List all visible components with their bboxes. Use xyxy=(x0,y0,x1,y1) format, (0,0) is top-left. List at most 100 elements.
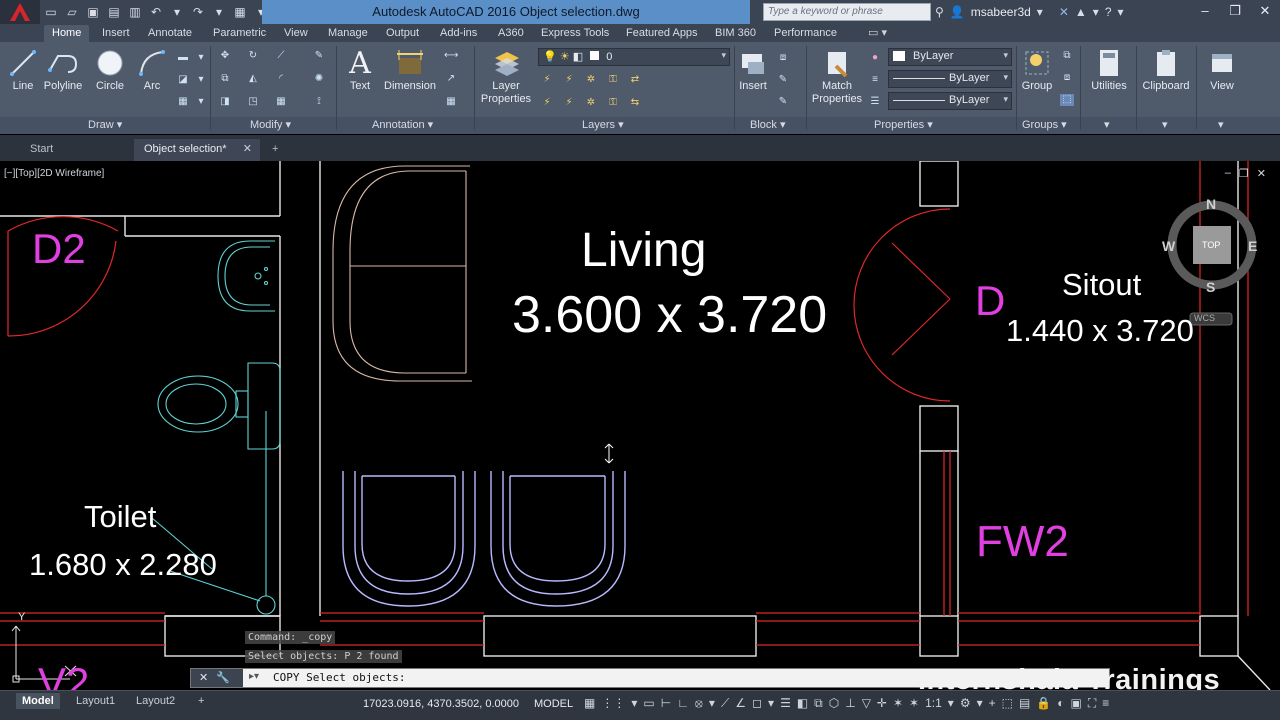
edit-attributes-icon[interactable]: ✎ xyxy=(776,96,790,108)
block-panel-label[interactable]: Block ▾ xyxy=(750,118,785,132)
viewcube-top-face[interactable]: TOP xyxy=(1202,240,1220,250)
offset-icon[interactable]: ⟟ xyxy=(312,96,326,108)
units-icon[interactable]: ⬚ xyxy=(1002,696,1013,711)
clipboard-button[interactable]: Clipboard xyxy=(1138,46,1194,92)
ungroup-icon[interactable]: ⧉ xyxy=(1060,50,1074,62)
tab-manage[interactable]: Manage xyxy=(320,25,376,42)
fillet-icon[interactable]: ◜ xyxy=(274,73,288,85)
polar-dropdown-icon[interactable]: ▾ xyxy=(709,696,715,711)
workspace-gear-icon[interactable]: ⚙ xyxy=(960,696,971,711)
group-edit-icon[interactable]: ⧈ xyxy=(1060,72,1074,84)
tab-view[interactable]: View xyxy=(276,25,316,42)
layer-unlock-icon[interactable]: ⚿ xyxy=(606,97,620,109)
transparency-icon[interactable]: ◧ xyxy=(797,696,808,711)
gizmo-icon[interactable]: ✛ xyxy=(877,696,887,711)
add-layout-icon[interactable]: + xyxy=(192,693,210,709)
layer-isolate-icon[interactable]: ⚡ xyxy=(562,74,576,86)
boundary-icon[interactable]: ▦ xyxy=(176,96,190,108)
layer-thaw-all-icon[interactable]: ✲ xyxy=(584,97,598,109)
annotation-panel-label[interactable]: Annotation ▾ xyxy=(372,118,433,132)
user-icon[interactable]: 👤 xyxy=(950,5,965,19)
hatch-dropdown-icon[interactable]: ▾ xyxy=(194,74,208,86)
move-icon[interactable]: ✥ xyxy=(218,50,232,62)
tab-model[interactable]: Model xyxy=(16,693,60,709)
workspace-dropdown-icon[interactable]: ▾ xyxy=(977,696,983,711)
viewcube-north[interactable]: N xyxy=(1206,196,1216,212)
text-button[interactable]: A Text xyxy=(342,46,378,93)
ortho-icon[interactable]: ∟ xyxy=(677,696,689,711)
a360-dropdown-icon[interactable]: ▾ xyxy=(1093,5,1099,19)
leader-icon[interactable]: ↗ xyxy=(444,73,458,85)
viewport-minimize-icon[interactable]: – xyxy=(1225,167,1231,180)
tab-featured-apps[interactable]: Featured Apps xyxy=(618,25,706,42)
rotate-icon[interactable]: ↻ xyxy=(246,50,260,62)
arc-button[interactable]: Arc xyxy=(136,46,168,92)
tab-insert[interactable]: Insert xyxy=(94,25,138,42)
new-icon[interactable]: ▭ xyxy=(42,3,60,21)
tab-layout1[interactable]: Layout1 xyxy=(70,693,121,709)
insert-button[interactable]: Insert xyxy=(736,46,770,92)
help-dropdown-icon[interactable]: ▾ xyxy=(1118,5,1124,19)
clipboard-dropdown-icon[interactable]: ▾ xyxy=(1162,118,1168,132)
selection-filter-icon[interactable]: ▽ xyxy=(862,696,871,711)
tab-express-tools[interactable]: Express Tools xyxy=(533,25,617,42)
linetype-dropdown[interactable]: ByLayer ▾ xyxy=(888,70,1012,88)
rectangle-dropdown-icon[interactable]: ▾ xyxy=(194,52,208,64)
user-dropdown-icon[interactable]: ▾ xyxy=(1037,5,1043,19)
utilities-dropdown-icon[interactable]: ▾ xyxy=(1104,118,1110,132)
tab-object-selection[interactable]: Object selection* ✕ xyxy=(134,139,260,161)
rectangle-icon[interactable]: ▬ xyxy=(176,52,190,64)
new-tab-button[interactable]: + xyxy=(262,139,288,161)
cursor-coordinates[interactable]: 17023.0916, 4370.3502, 0.0000 xyxy=(363,698,519,710)
model-space-button[interactable]: MODEL xyxy=(534,698,573,710)
viewcube-east[interactable]: E xyxy=(1248,238,1257,254)
undo-dropdown-icon[interactable]: ▾ xyxy=(168,3,186,21)
viewport-restore-icon[interactable]: ❐ xyxy=(1239,167,1249,180)
trim-icon[interactable]: ⟋ xyxy=(274,50,288,62)
copy-icon[interactable]: ⧉ xyxy=(218,73,232,85)
layer-properties-button[interactable]: Layer Properties xyxy=(478,46,534,106)
annotation-scale[interactable]: 1:1 xyxy=(925,696,942,711)
modify-panel-label[interactable]: Modify ▾ xyxy=(250,118,291,132)
layer-dropdown[interactable]: 💡 ☀ ◧ 0 ▾ xyxy=(538,48,730,66)
drawing-area[interactable]: [−][Top][2D Wireframe] – ❐ ✕ D2 Living 3… xyxy=(0,161,1280,690)
object-snap-icon[interactable]: ◻ xyxy=(752,696,762,711)
binoculars-icon[interactable]: ⚲ xyxy=(935,5,944,19)
layer-off-icon[interactable]: ⚡ xyxy=(540,74,554,86)
save-as-icon[interactable]: ▤ xyxy=(105,3,123,21)
selection-cycling-icon[interactable]: ⧉ xyxy=(814,696,823,711)
snap-icon[interactable]: ⋮⋮ xyxy=(601,696,625,711)
redo-dropdown-icon[interactable]: ▾ xyxy=(210,3,228,21)
linear-dimension-icon[interactable]: ⟷ xyxy=(444,50,458,62)
snap-dropdown-icon[interactable]: ▾ xyxy=(631,696,637,711)
restore-icon[interactable]: ❐ xyxy=(1220,0,1250,24)
explode-icon[interactable]: ✺ xyxy=(312,73,326,85)
infer-constraints-icon[interactable]: ▭ xyxy=(643,696,654,711)
user-name[interactable]: msabeer3d xyxy=(971,5,1031,19)
lineweight-toggle-icon[interactable]: ☰ xyxy=(780,696,791,711)
layers-panel-label[interactable]: Layers ▾ xyxy=(582,118,624,132)
group-selection-icon[interactable]: ⬚ xyxy=(1060,94,1074,106)
a360-icon[interactable]: ▲ xyxy=(1075,5,1087,19)
boundary-dropdown-icon[interactable]: ▾ xyxy=(194,96,208,108)
isolate-objects-icon[interactable]: ◐ xyxy=(1057,696,1064,711)
plot-icon[interactable]: ▥ xyxy=(126,3,144,21)
grid-icon[interactable]: ▦ xyxy=(584,696,595,711)
groups-panel-label[interactable]: Groups ▾ xyxy=(1022,118,1067,132)
layer-previous-icon[interactable]: ⇆ xyxy=(628,97,642,109)
match-properties-button[interactable]: Match Properties xyxy=(808,46,866,106)
dynamic-input-icon[interactable]: ⊢ xyxy=(661,696,671,711)
layer-lock-tool-icon[interactable]: ⚿ xyxy=(606,74,620,86)
annotation-visibility-icon[interactable]: ✶ xyxy=(893,696,903,711)
workspace-icon[interactable]: ▦ xyxy=(231,3,249,21)
viewport-controls-label[interactable]: [−][Top][2D Wireframe] xyxy=(4,168,104,179)
utilities-button[interactable]: Utilities xyxy=(1086,46,1132,92)
minimize-icon[interactable]: – xyxy=(1190,0,1220,24)
quick-properties-icon[interactable]: ▤ xyxy=(1019,696,1030,711)
layer-on-tool-icon[interactable]: ⚡ xyxy=(540,97,554,109)
layer-unisolate-icon[interactable]: ⚡ xyxy=(562,97,576,109)
layer-match-icon[interactable]: ⇄ xyxy=(628,74,642,86)
tab-annotate[interactable]: Annotate xyxy=(140,25,200,42)
tab-parametric[interactable]: Parametric xyxy=(205,25,274,42)
mirror-icon[interactable]: ◭ xyxy=(246,73,260,85)
